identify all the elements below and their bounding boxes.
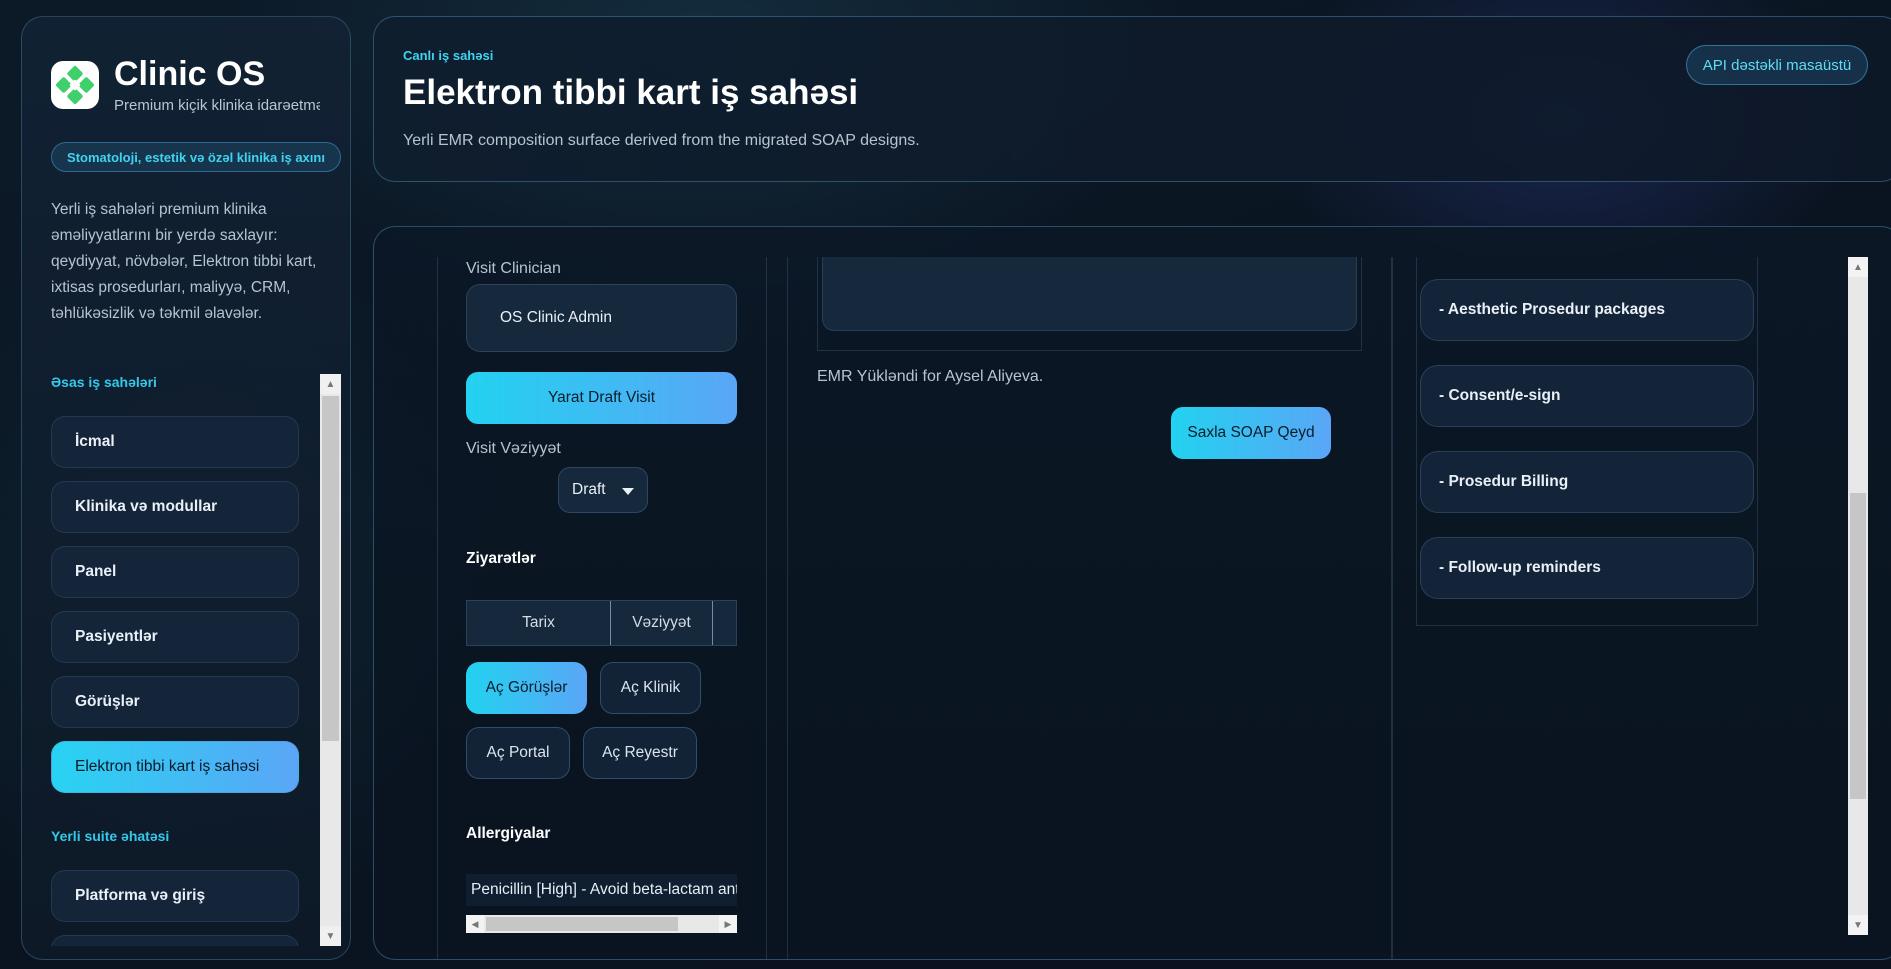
sidebar-item-appointments[interactable]: Görüşlər xyxy=(51,676,299,728)
visits-heading: Ziyarətlər xyxy=(466,550,536,567)
sidebar-item-panel[interactable]: Panel xyxy=(51,546,299,598)
soap-editor-frame xyxy=(817,257,1362,351)
sidebar-item-label: Klinika və modullar xyxy=(75,498,218,515)
sidebar-item-label: Elektron tibbi kart iş sahəsi xyxy=(75,758,260,775)
open-clinic-button[interactable]: Aç Klinik xyxy=(600,662,701,714)
sidebar-nav: Əsas iş sahələri İcmal Klinika və modull… xyxy=(51,374,341,946)
scroll-up-icon[interactable]: ▲ xyxy=(320,374,341,394)
module-item-follow-up[interactable]: - Follow-up reminders xyxy=(1420,537,1754,599)
section-label-suite: Yerli suite əhatəsi xyxy=(51,828,170,844)
visit-clinician-label: Visit Clinician xyxy=(466,260,561,277)
visit-status-select[interactable]: Draft xyxy=(558,467,648,513)
scroll-down-icon[interactable]: ▼ xyxy=(1848,915,1868,935)
workspace-scrollbar[interactable]: ▲ ▼ xyxy=(1848,257,1868,935)
sidebar-item-label: Pasiyentlər xyxy=(75,628,158,645)
open-appointments-button[interactable]: Aç Görüşlər xyxy=(466,662,587,714)
workspace-viewport: Visit Clinician OS Clinic Admin Yarat Dr… xyxy=(374,257,1848,959)
modules-list: - Aesthetic Prosedur packages - Consent/… xyxy=(1416,257,1758,626)
brand: Clinic OS Premium kiçik klinika idarəetm… xyxy=(51,55,320,114)
module-item-consent[interactable]: - Consent/e-sign xyxy=(1420,365,1754,427)
allergy-entry: Penicillin [High] - Avoid beta-lactam an… xyxy=(466,874,737,906)
column-header-status[interactable]: Vəziyyət xyxy=(611,601,713,645)
brand-title: Clinic OS xyxy=(114,55,266,93)
sidebar-item-platform-access[interactable]: Platforma və giriş xyxy=(51,870,299,922)
open-registry-button[interactable]: Aç Reyestr xyxy=(583,727,697,779)
sidebar-item-label: İcmal xyxy=(75,433,115,450)
allergies-hscrollbar[interactable]: ◀ ▶ xyxy=(466,915,737,933)
sidebar-description: Yerli iş sahələri premium klinika əməliy… xyxy=(51,201,317,322)
modules-column: - Aesthetic Prosedur packages - Consent/… xyxy=(1392,257,1848,959)
sidebar-item-overview[interactable]: İcmal xyxy=(51,416,299,468)
scroll-down-icon[interactable]: ▼ xyxy=(320,926,341,946)
chevron-down-icon xyxy=(622,488,634,495)
visit-status-label: Visit Vəziyyət xyxy=(466,440,561,457)
sidebar-item-label: Platforma və giriş xyxy=(75,887,206,904)
scope-pill: Stomatoloji, estetik və özəl klinika iş … xyxy=(51,142,341,172)
brand-subtitle: Premium kiçik klinika idarəetmə xyxy=(114,97,320,114)
page-subtitle: Yerli EMR composition surface derived fr… xyxy=(403,132,920,149)
module-item-billing[interactable]: - Prosedur Billing xyxy=(1420,451,1754,513)
visit-clinician-field[interactable]: OS Clinic Admin xyxy=(466,284,737,352)
sidebar-scrollbar[interactable]: ▲ ▼ xyxy=(320,374,341,946)
page-header: Canlı iş sahəsi Elektron tibbi kart iş s… xyxy=(373,16,1891,182)
sidebar-item-clinic-modules[interactable]: Klinika və modullar xyxy=(51,481,299,533)
soap-column: EMR Yükləndi for Aysel Aliyeva. Saxla SO… xyxy=(787,257,1392,959)
scroll-left-icon[interactable]: ◀ xyxy=(466,915,484,933)
module-item-aesthetic-packages[interactable]: - Aesthetic Prosedur packages xyxy=(1420,279,1754,341)
allergies-heading: Allergiyalar xyxy=(466,825,551,842)
section-label-main: Əsas iş sahələri xyxy=(51,374,157,390)
emr-load-status: EMR Yükləndi for Aysel Aliyeva. xyxy=(817,368,1044,385)
visits-table-header: Tarix Vəziyyət xyxy=(466,600,737,646)
visit-status-value: Draft xyxy=(572,481,606,498)
page-title: Elektron tibbi kart iş sahəsi xyxy=(403,73,859,112)
scroll-right-icon[interactable]: ▶ xyxy=(719,915,737,933)
clinic-logo-icon xyxy=(51,60,99,109)
workspace-scroll-thumb[interactable] xyxy=(1850,493,1866,799)
allergies-scroll-thumb[interactable] xyxy=(486,917,678,931)
api-badge: API dəstəkli masaüstü xyxy=(1686,45,1868,85)
create-draft-visit-button[interactable]: Yarat Draft Visit xyxy=(466,372,737,424)
column-header-date[interactable]: Tarix xyxy=(467,601,611,645)
visit-column: Visit Clinician OS Clinic Admin Yarat Dr… xyxy=(437,257,767,959)
save-soap-note-button[interactable]: Saxla SOAP Qeyd xyxy=(1171,407,1331,459)
scroll-up-icon[interactable]: ▲ xyxy=(1848,257,1868,277)
emr-workspace: Visit Clinician OS Clinic Admin Yarat Dr… xyxy=(373,226,1891,960)
sidebar-scroll-thumb[interactable] xyxy=(322,396,339,741)
sidebar-item-label: Panel xyxy=(75,563,117,580)
sidebar-item-emr-workspace[interactable]: Elektron tibbi kart iş sahəsi xyxy=(51,741,299,793)
sidebar: Clinic OS Premium kiçik klinika idarəetm… xyxy=(21,16,351,960)
sidebar-item-next[interactable] xyxy=(51,935,299,946)
header-eyebrow: Canlı iş sahəsi xyxy=(403,48,494,63)
soap-note-textarea[interactable] xyxy=(822,257,1357,331)
sidebar-item-label: Görüşlər xyxy=(75,693,140,710)
sidebar-item-patients[interactable]: Pasiyentlər xyxy=(51,611,299,663)
open-portal-button[interactable]: Aç Portal xyxy=(466,727,570,779)
